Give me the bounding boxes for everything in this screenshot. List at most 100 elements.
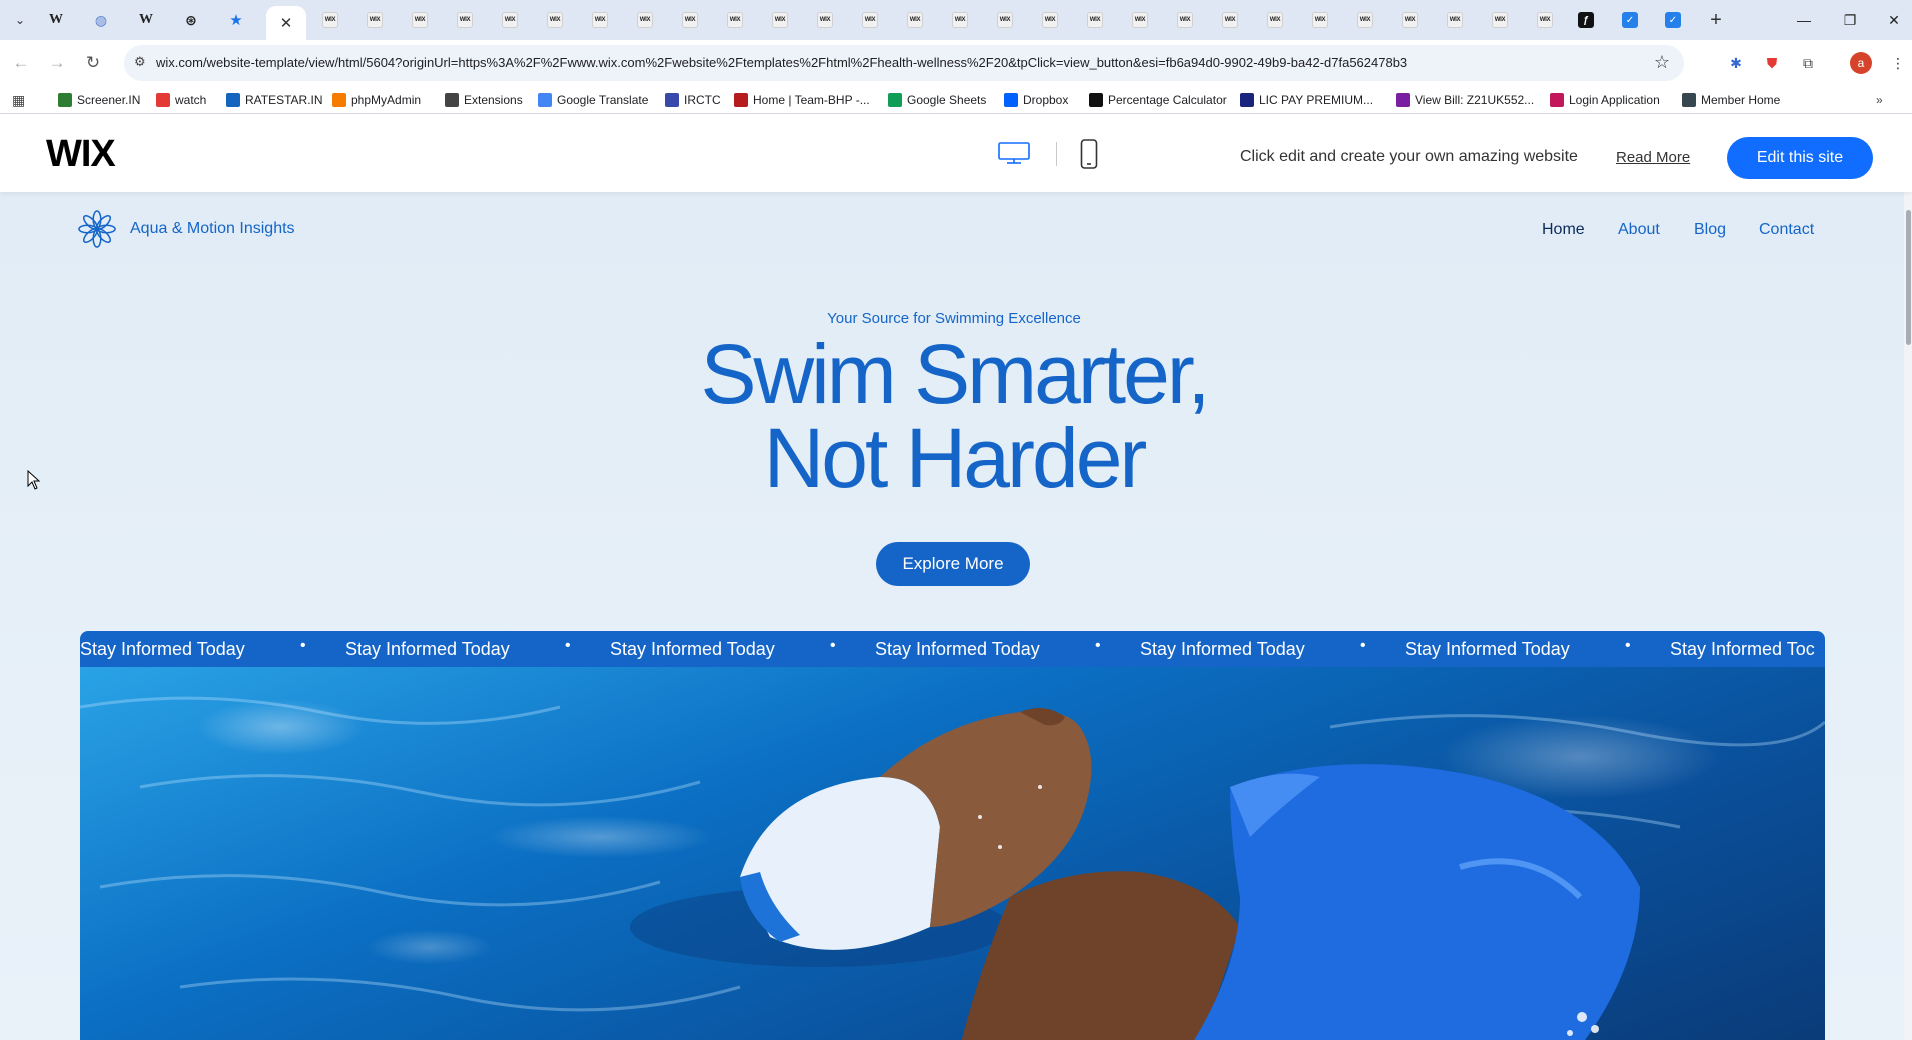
app-icon: ✓ bbox=[1665, 12, 1681, 28]
tab-wix-template[interactable]: WIX bbox=[492, 8, 528, 32]
tab-wix-template[interactable]: WIX bbox=[1347, 8, 1383, 32]
tab-wix-template[interactable]: WIX bbox=[1527, 8, 1563, 32]
headline-line-1: Swim Smarter, bbox=[700, 327, 1210, 421]
forward-button[interactable]: → bbox=[44, 50, 70, 76]
menu-icon[interactable]: ⋮ bbox=[1888, 53, 1908, 73]
read-more-link[interactable]: Read More bbox=[1616, 149, 1690, 166]
bookmark-item[interactable]: Google Translate bbox=[538, 91, 648, 109]
url-text[interactable]: wix.com/website-template/view/html/5604?… bbox=[156, 55, 1407, 70]
bookmark-item[interactable]: Extensions bbox=[445, 91, 523, 109]
bookmark-label: watch bbox=[175, 93, 207, 107]
bookmark-favicon-icon bbox=[734, 93, 748, 107]
mobile-view-icon[interactable] bbox=[1080, 139, 1098, 169]
site-brand-name[interactable]: Aqua & Motion Insights bbox=[130, 220, 295, 238]
scrollbar-thumb[interactable] bbox=[1906, 210, 1911, 345]
tab-wix-template[interactable]: WIX bbox=[402, 8, 438, 32]
profile-avatar[interactable]: a bbox=[1850, 52, 1872, 74]
site-info-icon[interactable]: ⚙ bbox=[134, 54, 146, 70]
bookmark-item[interactable]: Google Sheets bbox=[888, 91, 986, 109]
bookmark-favicon-icon bbox=[665, 93, 679, 107]
tab-wix-template[interactable]: WIX bbox=[627, 8, 663, 32]
bookmark-item[interactable]: Dropbox bbox=[1004, 91, 1068, 109]
bookmark-item[interactable]: LIC PAY PREMIUM... bbox=[1240, 91, 1373, 109]
bookmark-item[interactable]: Member Home bbox=[1682, 91, 1780, 109]
nav-contact[interactable]: Contact bbox=[1759, 221, 1814, 239]
puzzle-icon[interactable]: ⧉ bbox=[1798, 53, 1818, 73]
tab-active[interactable]: ✕ bbox=[266, 6, 306, 40]
bookmark-item[interactable]: watch bbox=[156, 91, 206, 109]
tab-wix-template[interactable]: WIX bbox=[357, 8, 393, 32]
bookmark-item[interactable]: Login Application bbox=[1550, 91, 1660, 109]
tab-wix-template[interactable]: WIX bbox=[717, 8, 753, 32]
bookmark-item[interactable]: phpMyAdmin bbox=[332, 91, 421, 109]
tab-wix-template[interactable]: WIX bbox=[762, 8, 798, 32]
bookmark-item[interactable]: Percentage Calculator bbox=[1089, 91, 1227, 109]
tab-wix-template[interactable]: WIX bbox=[1032, 8, 1068, 32]
bookmark-item[interactable]: RATESTAR.IN bbox=[226, 91, 323, 109]
bookmark-label: LIC PAY PREMIUM... bbox=[1259, 93, 1374, 107]
tab-blue-app-1[interactable]: ✓ bbox=[1612, 8, 1648, 32]
tab-wix-template[interactable]: WIX bbox=[1437, 8, 1473, 32]
shield-icon[interactable]: ⛊ bbox=[1762, 53, 1782, 73]
address-bar[interactable]: ⚙ wix.com/website-template/view/html/560… bbox=[124, 45, 1684, 81]
tab-wikipedia[interactable]: W bbox=[38, 8, 74, 32]
apps-grid-icon[interactable]: ▦ bbox=[12, 91, 25, 109]
bookmark-item[interactable]: View Bill: Z21UK552... bbox=[1396, 91, 1534, 109]
bookmark-star-icon[interactable]: ☆ bbox=[1654, 52, 1670, 73]
close-tab-icon[interactable]: ✕ bbox=[280, 14, 293, 32]
back-button[interactable]: ← bbox=[8, 50, 34, 76]
tab-wix-template[interactable]: WIX bbox=[672, 8, 708, 32]
site-preview: Aqua & Motion Insights Home About Blog C… bbox=[0, 192, 1912, 1040]
tab-wix-template[interactable]: WIX bbox=[1392, 8, 1428, 32]
bookmark-favicon-icon bbox=[1396, 93, 1410, 107]
bookmarks-overflow-icon[interactable]: » bbox=[1876, 91, 1883, 109]
bookmark-item[interactable]: Screener.IN bbox=[58, 91, 140, 109]
tab-chatgpt[interactable]: ⊛ bbox=[173, 8, 209, 32]
tab-globe[interactable]: ◍ bbox=[83, 8, 119, 32]
tab-wix-template[interactable]: WIX bbox=[987, 8, 1023, 32]
tab-wix-template[interactable]: WIX bbox=[582, 8, 618, 32]
tab-wix-template[interactable]: WIX bbox=[897, 8, 933, 32]
flower-logo-icon[interactable] bbox=[78, 210, 116, 248]
wix-favicon-icon: WIX bbox=[1267, 12, 1283, 28]
nav-home[interactable]: Home bbox=[1542, 221, 1585, 239]
marquee-separator: • bbox=[1625, 637, 1631, 654]
tab-dark-app[interactable]: ƒ bbox=[1568, 8, 1604, 32]
bookmark-item[interactable]: Home | Team-BHP -... bbox=[734, 91, 870, 109]
edit-site-button[interactable]: Edit this site bbox=[1727, 137, 1873, 179]
tab-wix-template[interactable]: WIX bbox=[942, 8, 978, 32]
tab-wix-template[interactable]: WIX bbox=[1302, 8, 1338, 32]
minimize-button[interactable]: — bbox=[1784, 6, 1824, 34]
tab-wix-template[interactable]: WIX bbox=[807, 8, 843, 32]
tab-wix-template[interactable]: WIX bbox=[1167, 8, 1203, 32]
tab-wix-template[interactable]: WIX bbox=[1257, 8, 1293, 32]
tab-bookmarks[interactable]: ★ bbox=[218, 8, 254, 32]
new-tab-button[interactable]: + bbox=[1704, 8, 1728, 32]
tab-wikipedia-2[interactable]: W bbox=[128, 8, 164, 32]
tab-blue-app-2[interactable]: ✓ bbox=[1655, 8, 1691, 32]
wix-favicon-icon: WIX bbox=[1357, 12, 1373, 28]
tab-wix-template[interactable]: WIX bbox=[537, 8, 573, 32]
tab-search-button[interactable]: ⌄ bbox=[8, 10, 32, 30]
bookmark-label: Google Translate bbox=[557, 93, 649, 107]
wix-favicon-icon: WIX bbox=[952, 12, 968, 28]
bookmark-item[interactable]: IRCTC bbox=[665, 91, 721, 109]
extension-icon[interactable]: ✱ bbox=[1726, 53, 1746, 73]
tab-wix-template[interactable]: WIX bbox=[312, 8, 348, 32]
tab-wix-template[interactable]: WIX bbox=[1482, 8, 1518, 32]
nav-about[interactable]: About bbox=[1618, 221, 1660, 239]
nav-blog[interactable]: Blog bbox=[1694, 221, 1726, 239]
tab-strip: ⌄ W ◍ W ⊛ ★ ✕ WIX WIX WIX WIX WIX WIX WIX WIX WI… bbox=[0, 0, 1912, 40]
close-window-button[interactable]: ✕ bbox=[1874, 6, 1912, 34]
wix-logo[interactable]: WIX bbox=[46, 133, 116, 176]
restore-button[interactable]: ❐ bbox=[1830, 6, 1870, 34]
bookmark-favicon-icon bbox=[58, 93, 72, 107]
tab-wix-template[interactable]: WIX bbox=[1212, 8, 1248, 32]
tab-wix-template[interactable]: WIX bbox=[1077, 8, 1113, 32]
explore-more-button[interactable]: Explore More bbox=[876, 542, 1030, 586]
tab-wix-template[interactable]: WIX bbox=[447, 8, 483, 32]
tab-wix-template[interactable]: WIX bbox=[852, 8, 888, 32]
reload-button[interactable]: ↻ bbox=[80, 50, 106, 76]
desktop-view-icon[interactable] bbox=[998, 142, 1030, 164]
tab-wix-template[interactable]: WIX bbox=[1122, 8, 1158, 32]
